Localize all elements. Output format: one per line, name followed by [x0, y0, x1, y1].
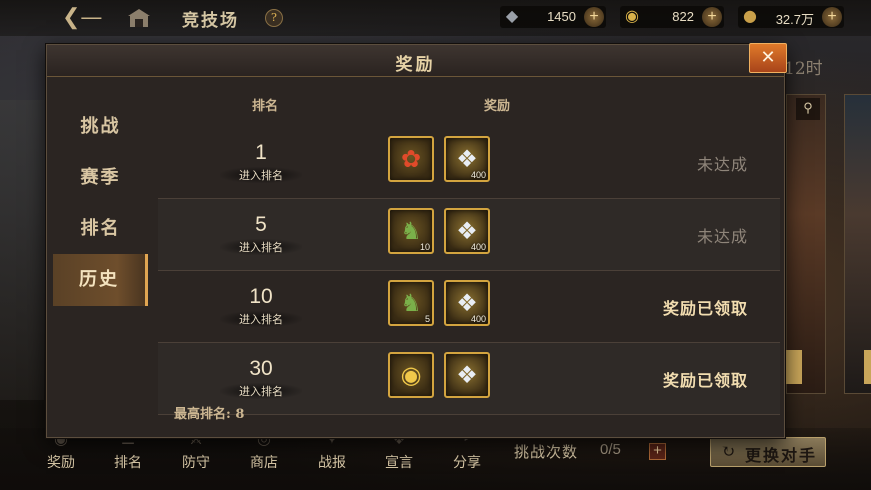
reward-item[interactable]: ❖ 400 — [444, 208, 490, 254]
background-hero-left — [0, 100, 44, 400]
nav-defense-label: 防守 — [182, 455, 210, 471]
currency-tokens: ◆ 1450 + — [500, 6, 606, 28]
gold-ingot-icon: ◉ — [400, 361, 422, 389]
currency-ingots: ◉ 822 + — [620, 6, 724, 28]
back-arrow-icon[interactable]: ❮— — [62, 5, 102, 31]
nav-share-label: 分享 — [453, 455, 481, 471]
reward-item[interactable]: ♞ 10 — [388, 208, 434, 254]
opponent-challenge-button-1[interactable] — [784, 350, 802, 384]
add-coins-button[interactable]: + — [822, 7, 842, 27]
attempts-value: 0/5 — [600, 441, 621, 458]
nav-reward-label: 奖励 — [47, 455, 75, 471]
search-icon[interactable]: ⚲ — [796, 98, 820, 120]
reward-row: 30 进入排名 ◉ ❖ 奖励已领取 — [158, 343, 780, 415]
currency-ingots-value: 822 — [672, 9, 694, 24]
add-tokens-button[interactable]: + — [584, 7, 604, 27]
item-quantity: 400 — [470, 170, 486, 180]
opponent-challenge-button-2[interactable] — [864, 350, 871, 384]
reward-status: 未达成 — [696, 227, 748, 246]
arena-icon — [126, 6, 152, 30]
coin-icon: ● — [743, 6, 757, 25]
change-opponent-button[interactable]: ↻ 更换对手 — [710, 437, 826, 467]
tab-challenge[interactable]: 挑战 — [53, 101, 148, 153]
opponent-card-2[interactable] — [844, 94, 871, 394]
item-quantity: 5 — [424, 314, 430, 324]
gold-ingot-icon: ◉ — [625, 6, 639, 25]
rank-subtitle: 进入排名 — [220, 311, 302, 327]
tab-season[interactable]: 赛季 — [53, 152, 148, 204]
rank-subtitle: 进入排名 — [220, 167, 302, 183]
rank-number: 5 — [255, 213, 267, 236]
reward-list[interactable]: 1 进入排名 ✿ ❖ 400 未达成 5 进入排名 ♞ 10 ❖ 400 未达成… — [158, 127, 780, 417]
modal-title: 奖励 — [395, 55, 436, 75]
rank-subtitle: 进入排名 — [220, 239, 302, 255]
page-title: 竞技场 — [182, 11, 239, 31]
phoenix-mount-icon: ✿ — [400, 145, 422, 173]
reward-item[interactable]: ◉ — [388, 352, 434, 398]
opponent-card-1[interactable] — [786, 94, 826, 394]
reward-row: 10 进入排名 ♞ 5 ❖ 400 奖励已领取 — [158, 271, 780, 343]
add-attempts-button[interactable]: + — [649, 443, 666, 460]
reward-item[interactable]: ❖ — [444, 352, 490, 398]
help-icon[interactable]: ? — [265, 9, 283, 27]
reward-item[interactable]: ✿ — [388, 136, 434, 182]
item-quantity: 400 — [470, 314, 486, 324]
add-ingots-button[interactable]: + — [702, 7, 722, 27]
reward-row: 1 进入排名 ✿ ❖ 400 未达成 — [158, 127, 780, 199]
reward-modal: 奖励 ✕ 挑战 赛季 排名 历史 排名 奖励 1 进入排名 ✿ ❖ 400 未达… — [46, 43, 787, 438]
reward-item[interactable]: ♞ 5 — [388, 280, 434, 326]
currency-coins: ● 32.7万 + — [738, 6, 844, 28]
item-quantity: 400 — [470, 242, 486, 252]
reward-tabs: 挑战 赛季 排名 历史 — [53, 101, 148, 361]
token-icon: ◆ — [505, 6, 519, 25]
currency-tokens-value: 1450 — [547, 9, 576, 24]
reward-status: 奖励已领取 — [662, 371, 748, 390]
column-header-rank: 排名 — [252, 99, 279, 114]
reward-status: 未达成 — [696, 155, 748, 174]
attempts-label: 挑战次数 — [514, 443, 579, 461]
close-icon[interactable]: ✕ — [749, 43, 787, 73]
item-quantity: 10 — [419, 242, 430, 252]
nav-ranking-label: 排名 — [114, 455, 142, 471]
change-opponent-label: 更换对手 — [745, 446, 818, 465]
reward-item[interactable]: ❖ 400 — [444, 280, 490, 326]
best-rank: 最高排名: 8 — [174, 407, 245, 422]
rank-number: 10 — [249, 285, 273, 308]
reward-content: 排名 奖励 1 进入排名 ✿ ❖ 400 未达成 5 进入排名 ♞ 10 ❖ 4… — [154, 85, 780, 430]
tab-history[interactable]: 历史 — [53, 254, 148, 306]
rank-number: 1 — [255, 141, 267, 164]
skill-book-icon: ❖ — [456, 361, 478, 389]
reward-item[interactable]: ❖ 400 — [444, 136, 490, 182]
rank-number: 30 — [249, 357, 273, 380]
reward-status: 奖励已领取 — [662, 299, 748, 318]
reward-row: 5 进入排名 ♞ 10 ❖ 400 未达成 — [158, 199, 780, 271]
nav-declaration-label: 宣言 — [385, 455, 413, 471]
refresh-icon: ↻ — [721, 442, 736, 462]
column-header-reward: 奖励 — [484, 99, 511, 114]
nav-battle-report-label: 战报 — [318, 455, 346, 471]
background-timer: 12时 — [784, 59, 823, 79]
modal-header: 奖励 — [47, 45, 784, 77]
tab-ranking[interactable]: 排名 — [53, 203, 148, 255]
rank-subtitle: 进入排名 — [220, 383, 302, 399]
currency-coins-value: 32.7万 — [775, 12, 814, 27]
nav-shop-label: 商店 — [250, 455, 278, 471]
